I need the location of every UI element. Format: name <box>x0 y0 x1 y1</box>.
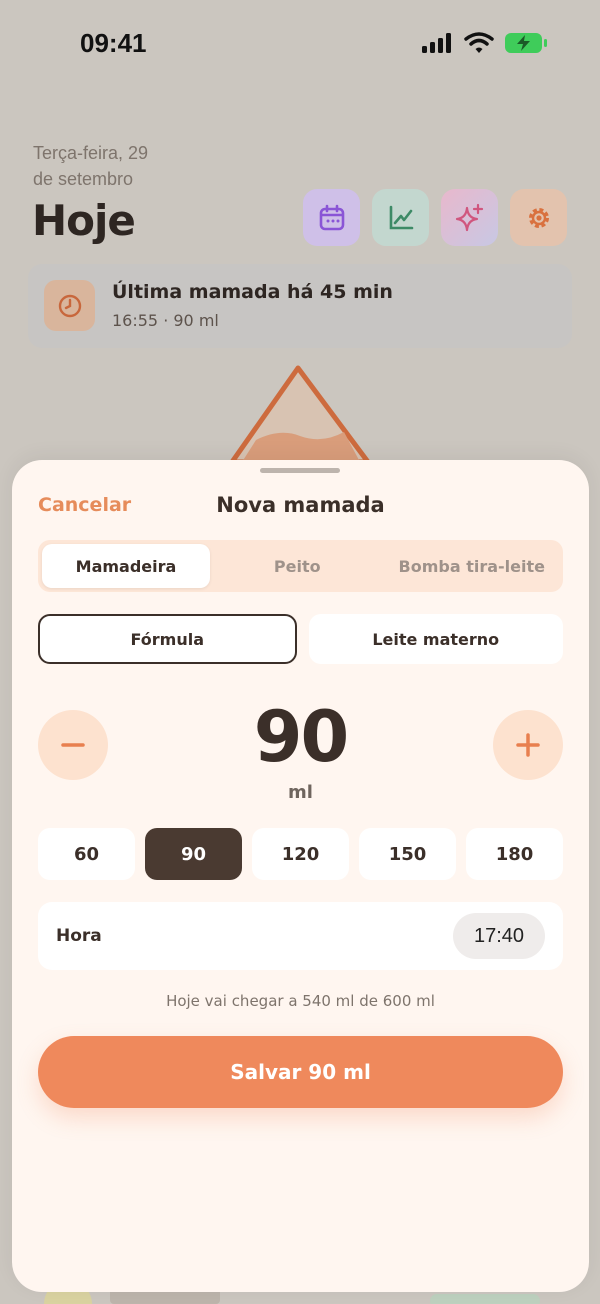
last-feed-subtitle: 16:55 · 90 ml <box>112 311 219 330</box>
status-bar: 09:41 <box>0 0 600 90</box>
plus-icon <box>516 733 540 757</box>
chart-button[interactable] <box>372 189 429 246</box>
feeding-mode-segmented-control: Mamadeira Peito Bomba tira-leite <box>38 540 563 592</box>
time-label: Hora <box>56 926 102 946</box>
date-month: de setembro <box>33 169 134 189</box>
gear-icon <box>528 207 549 228</box>
wifi-icon <box>464 32 494 53</box>
mode-tab-bottle[interactable]: Mamadeira <box>42 544 210 588</box>
settings-button[interactable] <box>510 189 567 246</box>
mode-tab-pump[interactable]: Bomba tira-leite <box>385 544 560 588</box>
sheet-title: Nova mamada <box>216 493 385 517</box>
chart-icon <box>389 205 413 229</box>
clock-icon <box>58 294 81 317</box>
time-row: Hora 17:40 <box>38 902 563 970</box>
header-actions <box>303 189 567 246</box>
type-breast-milk-button[interactable]: Leite materno <box>308 614 563 664</box>
calendar-icon <box>319 204 344 230</box>
date-weekday: Terça-feira, 29 <box>33 143 149 163</box>
type-formula-button[interactable]: Fórmula <box>38 614 297 664</box>
status-time: 09:41 <box>80 28 147 58</box>
preset-180-button[interactable]: 180 <box>466 828 563 880</box>
milk-type-selector: Fórmula Leite materno <box>38 614 563 664</box>
new-feeding-sheet: Cancelar Nova mamada Mamadeira Peito Bom… <box>12 460 589 1292</box>
battery-charging-icon <box>505 33 547 53</box>
insights-button[interactable] <box>441 189 498 246</box>
sparkle-icon <box>455 203 483 231</box>
amount-presets: 60 90 120 150 180 <box>38 828 563 880</box>
preset-60-button[interactable]: 60 <box>38 828 135 880</box>
save-button[interactable]: Salvar 90 ml <box>38 1036 563 1108</box>
page-title: Hoje <box>32 196 136 245</box>
cellular-signal-icon <box>422 33 451 53</box>
bottle-illustration <box>229 365 371 462</box>
preset-150-button[interactable]: 150 <box>359 828 456 880</box>
calendar-button[interactable] <box>303 189 360 246</box>
last-feed-icon-box <box>44 280 95 331</box>
status-icons <box>422 32 548 54</box>
increase-amount-button[interactable] <box>493 710 563 780</box>
last-feed-title: Última mamada há 45 min <box>112 281 393 303</box>
daily-total-note: Hoje vai chegar a 540 ml de 600 ml <box>166 992 435 1010</box>
sheet-grabber[interactable] <box>260 468 340 473</box>
preset-120-button[interactable]: 120 <box>252 828 349 880</box>
last-feed-card[interactable]: Última mamada há 45 min 16:55 · 90 ml <box>28 264 572 348</box>
preset-90-button[interactable]: 90 <box>145 828 242 880</box>
amount-unit: ml <box>288 782 313 803</box>
amount-value: 90 <box>253 696 349 778</box>
amount-stepper: 90 ml <box>38 696 563 806</box>
mode-tab-breast[interactable]: Peito <box>210 544 385 588</box>
time-picker[interactable]: 17:40 <box>453 913 545 959</box>
